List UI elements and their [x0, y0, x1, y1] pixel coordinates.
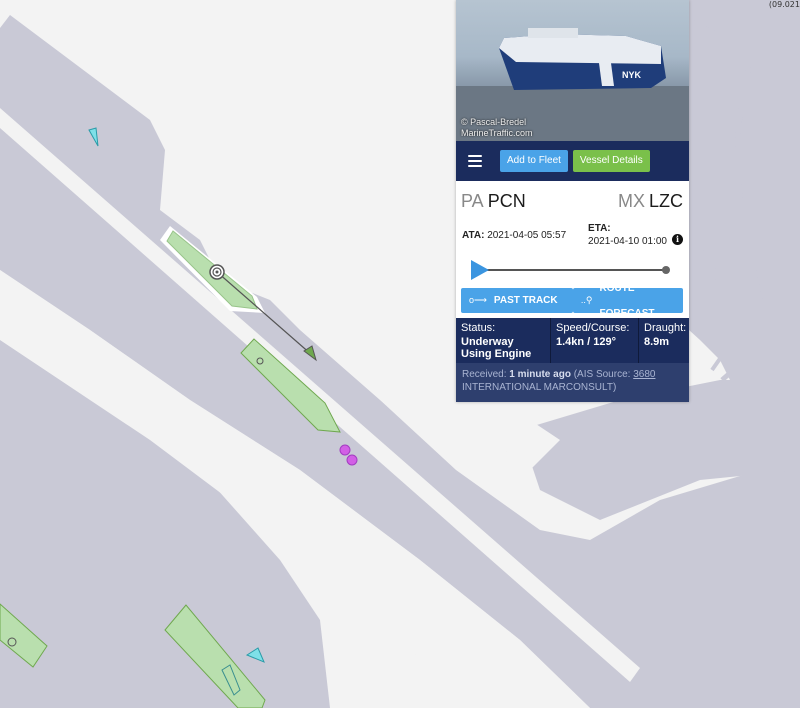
status-columns: Status: Underway Using Engine Speed/Cour…: [456, 318, 689, 363]
speed-value: 1.4kn / 129°: [556, 336, 617, 348]
eta-value: 2021-04-10 01:00: [588, 236, 667, 247]
received-info: Received: 1 minute ago (AIS Source: 3680…: [456, 363, 689, 402]
departure-code: PCN: [487, 191, 526, 211]
status-column: Status: Underway Using Engine: [456, 318, 551, 363]
marker-purple-1[interactable]: [339, 444, 351, 456]
progress-end-dot: [662, 266, 670, 274]
ais-source-link[interactable]: 3680: [633, 369, 655, 380]
draught-label: Draught:: [644, 322, 687, 334]
photo-credit-author: © Pascal-Bredel: [461, 117, 527, 127]
departure-port[interactable]: PA PCN: [461, 191, 526, 212]
progress-marker-icon: [471, 260, 489, 280]
map-coordinate-readout: (09.021: [768, 0, 800, 9]
received-value: 1 minute ago: [509, 369, 571, 380]
track-actions: o⟶ PAST TRACK ..⚲ ROUTE FORECAST: [456, 282, 689, 319]
voyage-times: ATA: 2021-04-05 05:57 ETA: 2021-04-10 01…: [456, 212, 689, 258]
vessel-info-panel: NYK © Pascal-Bredel MarineTraffic.com Ad…: [456, 0, 689, 402]
route-forecast-button[interactable]: ..⚲ ROUTE FORECAST: [572, 283, 683, 319]
ata-value: 2021-04-05 05:57: [487, 230, 567, 241]
past-track-label: PAST TRACK: [493, 295, 558, 306]
draught-column: Draught: 8.9m: [639, 318, 689, 363]
arrival-port[interactable]: MX LZC: [618, 191, 683, 212]
ais-source-name: INTERNATIONAL MARCONSULT): [462, 382, 617, 393]
received-label: Received:: [462, 369, 507, 380]
track-icon: o⟶: [469, 295, 487, 305]
route-pin-icon: ..⚲: [580, 295, 593, 305]
draught-value: 8.9m: [644, 336, 670, 348]
speed-column: Speed/Course: 1.4kn / 129°: [551, 318, 639, 363]
arrival-country: MX: [617, 191, 645, 211]
port-row: PA PCN MX LZC: [456, 181, 689, 212]
photo-credit: © Pascal-Bredel MarineTraffic.com: [461, 117, 533, 139]
marker-purple-2[interactable]: [346, 454, 358, 466]
svg-text:NYK: NYK: [622, 70, 642, 80]
arrival-code: LZC: [648, 191, 683, 211]
ata-block: ATA: 2021-04-05 05:57: [462, 230, 566, 258]
ata-label: ATA:: [462, 230, 485, 241]
photo-credit-source: MarineTraffic.com: [461, 128, 533, 138]
departure-country: PA: [461, 191, 484, 211]
ais-source-prefix: (AIS Source:: [573, 369, 631, 380]
voyage-progress: [462, 258, 683, 282]
progress-line: [482, 269, 666, 271]
panel-toolbar: Add to Fleet Vessel Details: [456, 141, 689, 181]
speed-label: Speed/Course:: [556, 322, 630, 334]
eta-label: ETA:: [588, 223, 611, 234]
add-to-fleet-button[interactable]: Add to Fleet: [500, 150, 568, 172]
status-value: Underway Using Engine: [461, 336, 532, 360]
status-label: Status:: [461, 322, 496, 334]
eta-block: ETA: 2021-04-10 01:00: [588, 222, 667, 258]
vessel-details-button[interactable]: Vessel Details: [572, 150, 650, 172]
info-icon[interactable]: i: [672, 234, 683, 245]
past-track-button[interactable]: o⟶ PAST TRACK: [461, 288, 573, 313]
status-bar: Status: Underway Using Engine Speed/Cour…: [456, 318, 689, 402]
vessel-photo[interactable]: NYK © Pascal-Bredel MarineTraffic.com: [456, 0, 689, 141]
hamburger-menu-icon[interactable]: [468, 155, 482, 167]
